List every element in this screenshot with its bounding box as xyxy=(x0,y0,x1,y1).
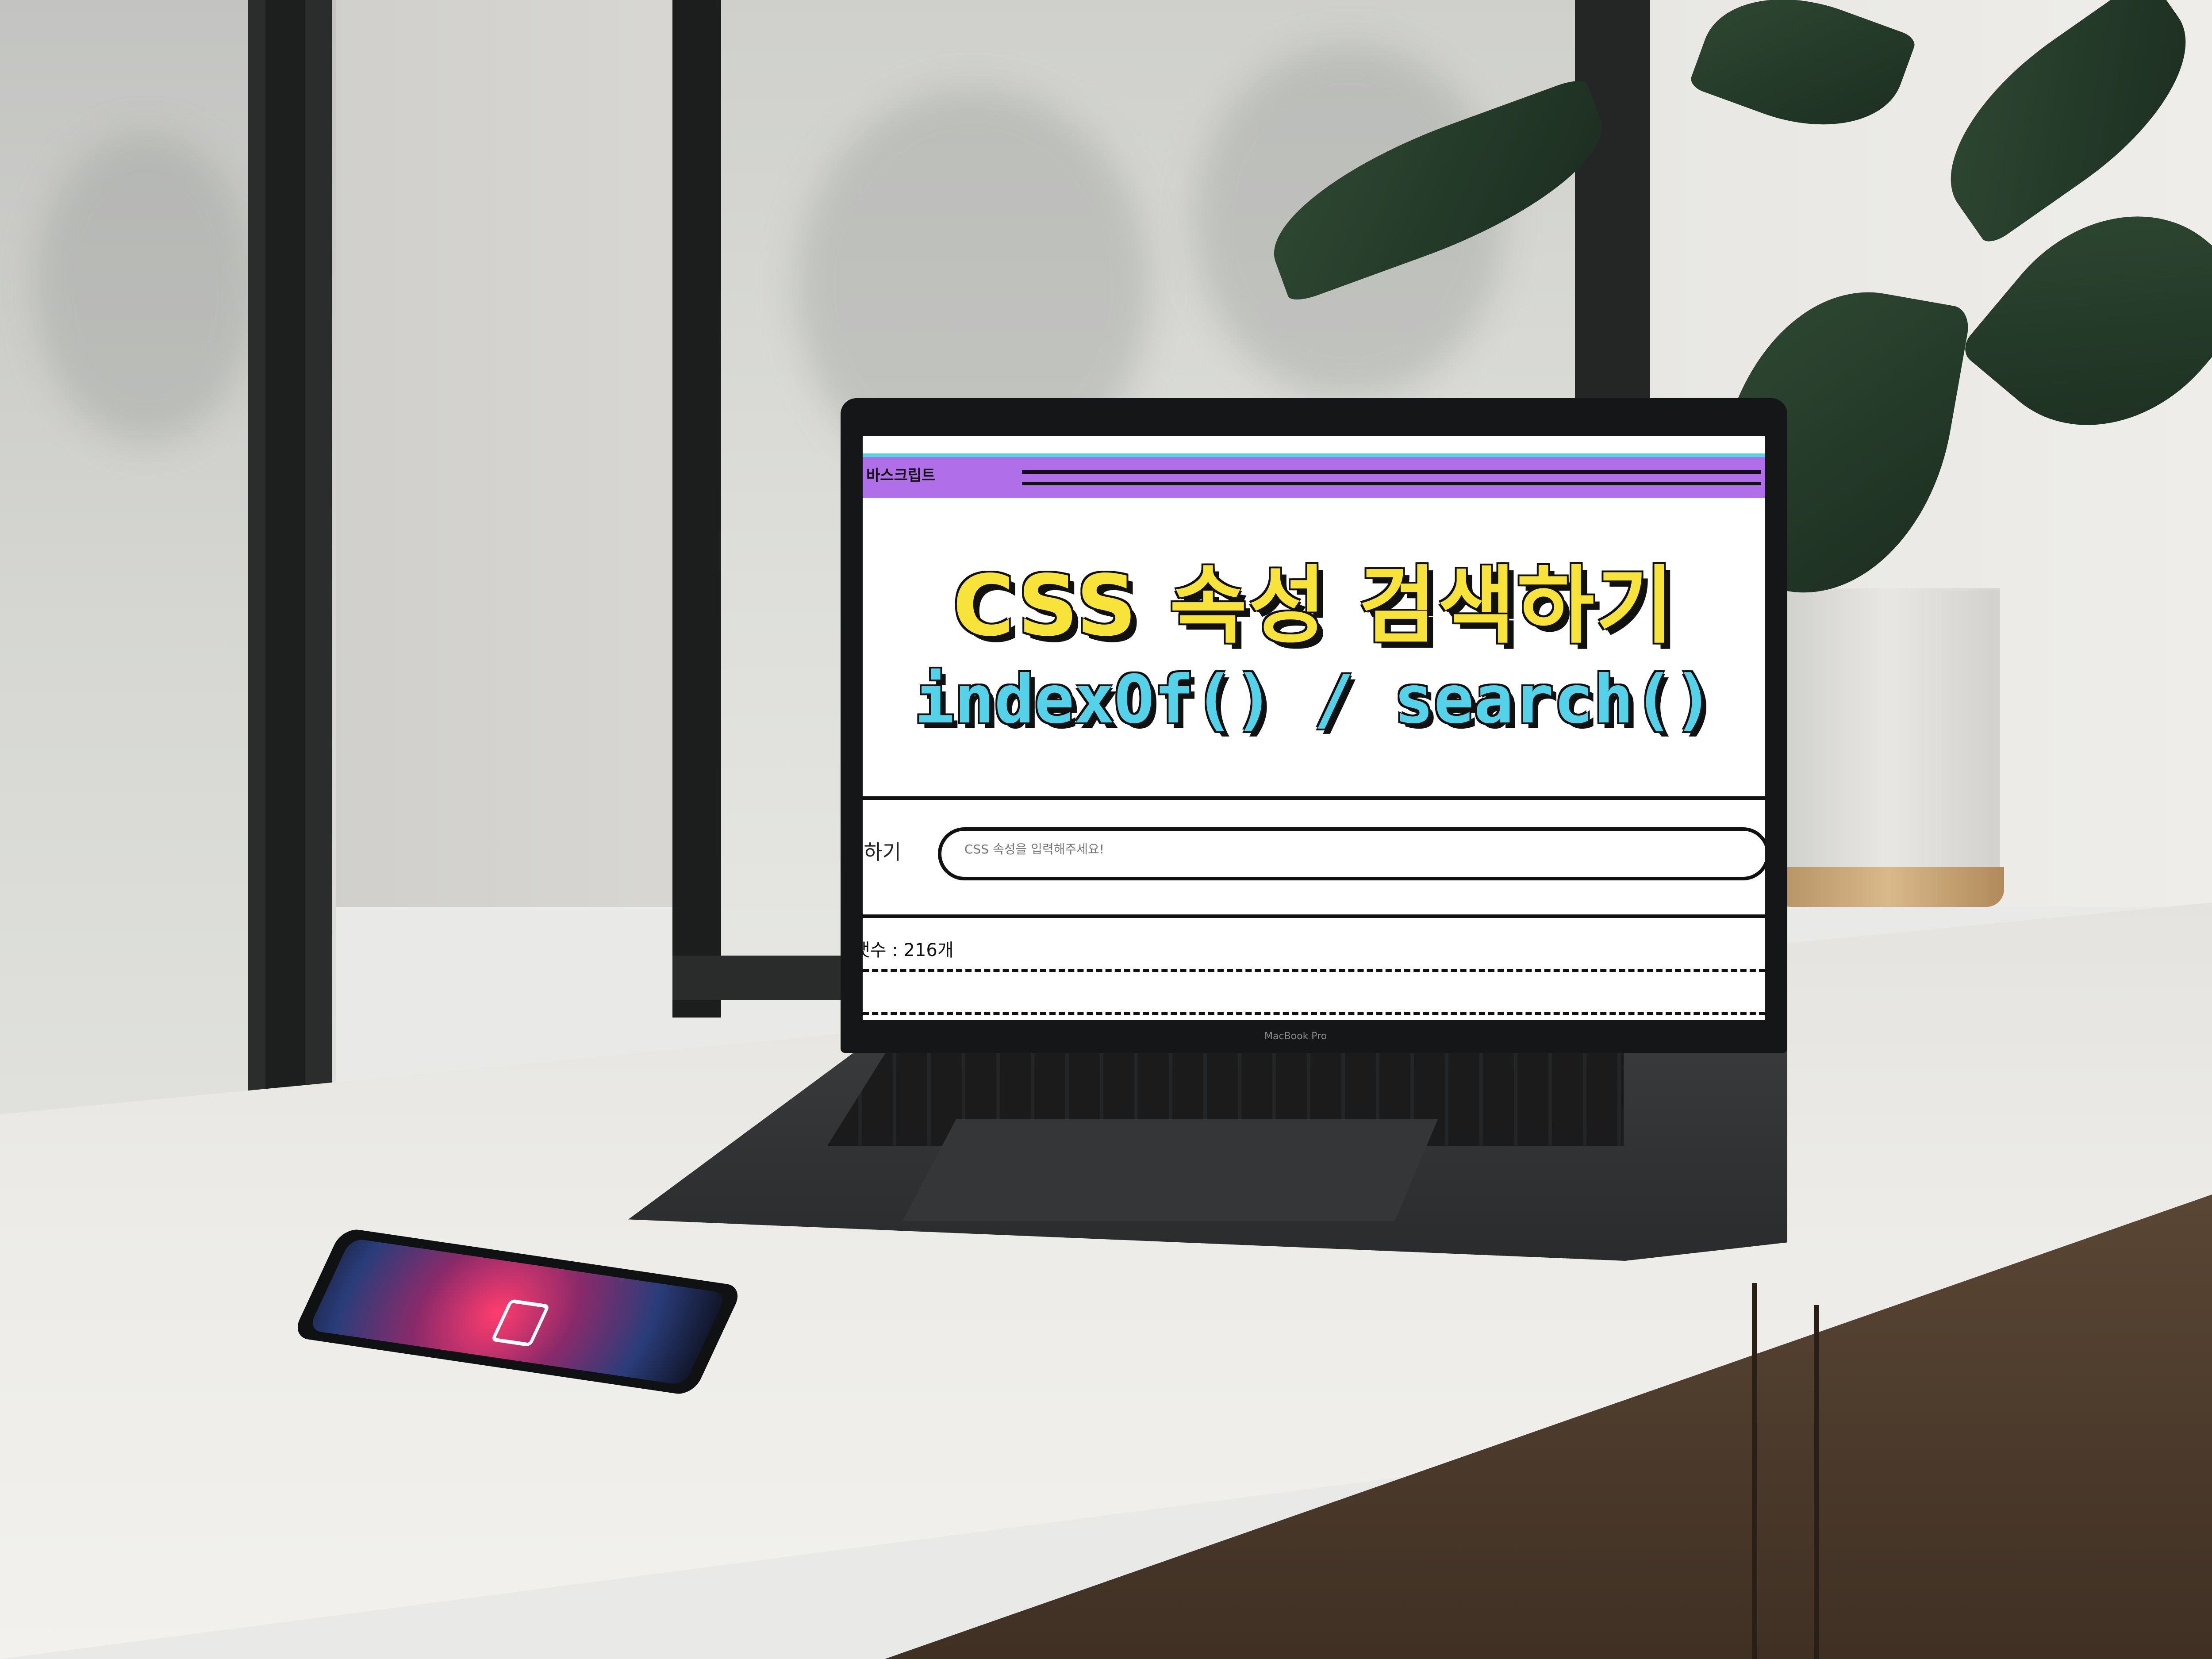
window-left-frame xyxy=(248,0,332,1097)
window-middle-frame-left xyxy=(672,0,721,1018)
divider xyxy=(863,796,1765,800)
header-accent-line xyxy=(863,453,1765,457)
plant-pot xyxy=(1778,588,2000,907)
page-subtitle: indexOf() / search() xyxy=(914,661,1714,738)
search-label: 색하기 xyxy=(863,840,901,864)
dashed-divider xyxy=(863,969,1765,972)
laptop-trackpad xyxy=(902,1119,1438,1221)
cabinet-seam xyxy=(1814,1305,1819,1659)
laptop-brand-label: MacBook Pro xyxy=(1264,1031,1327,1042)
laptop-screen: 바스크립트 CSS 속성 검색하기 indexOf() / search() 색… xyxy=(863,436,1765,1020)
divider xyxy=(863,914,1765,918)
dashed-divider xyxy=(863,1012,1765,1015)
background-tree xyxy=(35,133,257,442)
page-title: CSS 속성 검색하기 xyxy=(952,557,1675,655)
header-stripes xyxy=(1022,470,1761,493)
app-logo-icon xyxy=(490,1299,550,1347)
plant-pot-base xyxy=(1774,867,2004,907)
site-title[interactable]: 바스크립트 xyxy=(866,463,935,485)
cabinet-seam xyxy=(1752,1283,1757,1659)
search-input[interactable] xyxy=(964,841,1629,857)
search-box[interactable] xyxy=(938,827,1765,880)
result-count: 갯수 : 216개 xyxy=(863,940,954,960)
